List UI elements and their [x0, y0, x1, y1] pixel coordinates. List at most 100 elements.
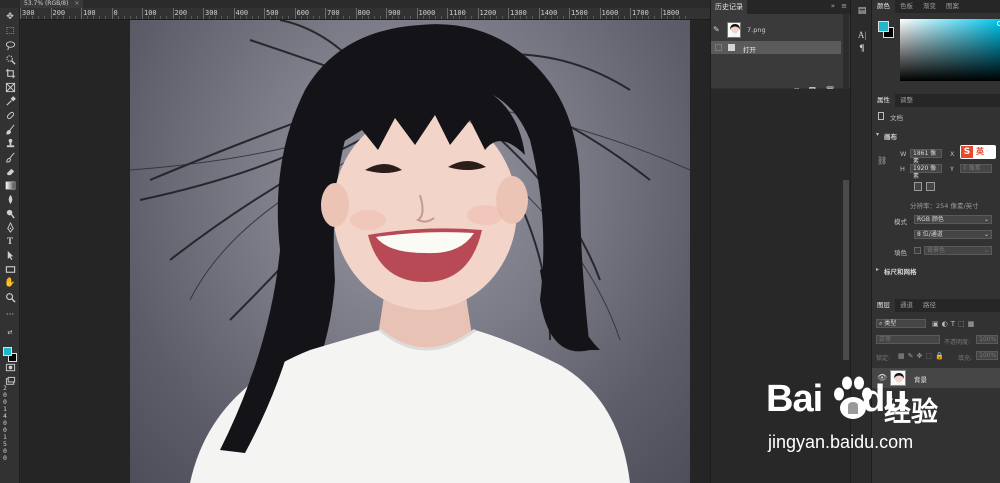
- ruler-major-tick: [325, 8, 326, 19]
- ruler-label: 1000: [418, 9, 436, 17]
- document-tab-title: 53.7% (RGB/8): [24, 0, 69, 7]
- paragraph-panel-icon[interactable]: ¶: [857, 44, 867, 54]
- ruler-minor-tick: [276, 16, 278, 19]
- foreground-color-swatch[interactable]: [3, 347, 12, 356]
- ruler-minor-tick: [99, 16, 101, 19]
- eyedropper-tool-icon[interactable]: [4, 95, 16, 107]
- ruler-major-tick: [447, 8, 448, 19]
- gradient-tool-icon[interactable]: [4, 179, 16, 191]
- history-list: ✎ 7.png 打开 ⧉ ◙ 🗑: [711, 14, 851, 95]
- ruler-major-tick: [355, 8, 357, 19]
- more-tools-icon[interactable]: ···: [4, 309, 16, 321]
- y-field[interactable]: 0 像素: [960, 164, 992, 173]
- portrait-icon[interactable]: [914, 182, 922, 191]
- pen-tool-icon[interactable]: [4, 221, 16, 233]
- ime-badge: 英: [976, 147, 984, 156]
- document-tab[interactable]: 53.7% (RGB/8) ×: [20, 0, 84, 8]
- ruler-minor-tick: [300, 16, 302, 19]
- quick-select-tool-icon[interactable]: [4, 53, 16, 65]
- color-picker-field[interactable]: [900, 19, 1000, 81]
- ruler-minor-tick: [642, 16, 644, 19]
- opacity-field[interactable]: 100%: [976, 335, 998, 344]
- ruler-minor-tick: [331, 16, 333, 19]
- bit-depth-select[interactable]: 8 位/通道 ⌄: [914, 230, 992, 239]
- layer-filter-select[interactable]: ⌕ 类型: [876, 319, 926, 328]
- healing-brush-tool-icon[interactable]: [4, 109, 16, 121]
- ruler-minor-tick: [666, 16, 668, 19]
- ruler-major-tick: [569, 8, 570, 19]
- ruler-minor-tick: [611, 16, 613, 19]
- hand-tool-icon[interactable]: ✋: [4, 277, 16, 289]
- rect-marquee-tool-icon[interactable]: ⬚: [4, 25, 16, 37]
- height-field[interactable]: 1920 像素: [910, 164, 942, 180]
- ruler-major-tick: [386, 8, 387, 19]
- history-panel-icon[interactable]: ▤: [857, 6, 867, 16]
- link-dimensions-icon[interactable]: ⛓: [877, 156, 887, 165]
- layer-filter-icons[interactable]: ▣◐T⬚▦: [932, 320, 977, 328]
- state-source-checkbox[interactable]: [715, 44, 722, 51]
- tab-gradients[interactable]: 渐变: [918, 0, 941, 13]
- swap-colors-icon[interactable]: ⇄: [4, 327, 16, 339]
- close-tab-icon[interactable]: ×: [74, 0, 79, 7]
- history-state-open[interactable]: 打开: [711, 41, 841, 54]
- character-panel-icon[interactable]: A|: [857, 30, 867, 40]
- ruler-minor-tick: [288, 16, 290, 19]
- history-brush-tool-icon[interactable]: [4, 151, 16, 163]
- move-tool-icon[interactable]: ✥: [4, 11, 16, 23]
- type-tool-icon[interactable]: T: [4, 235, 16, 247]
- ruler-minor-tick: [471, 16, 473, 19]
- depth-value: 8 位/通道: [917, 231, 943, 238]
- mode-select[interactable]: RGB 颜色 ⌄: [914, 215, 992, 224]
- tab-swatches[interactable]: 色板: [895, 0, 918, 13]
- ruler-minor-tick: [532, 16, 534, 19]
- blur-tool-icon[interactable]: [4, 193, 16, 205]
- collapse-panel-icon[interactable]: »: [831, 2, 835, 10]
- ruler-minor-tick: [105, 16, 107, 19]
- tab-patterns[interactable]: 图案: [941, 0, 964, 13]
- quick-mask-icon[interactable]: [4, 361, 16, 373]
- crop-tool-icon[interactable]: [4, 67, 16, 79]
- ruler-minor-tick: [44, 16, 46, 19]
- landscape-icon[interactable]: [926, 182, 935, 191]
- vertical-ruler[interactable]: 20014001500: [0, 385, 10, 483]
- width-field[interactable]: 1861 像素: [910, 149, 942, 165]
- vertical-ruler-digit: 0: [3, 454, 7, 462]
- lock-label: 锁定:: [876, 355, 891, 362]
- fill-swatch[interactable]: [914, 247, 921, 254]
- lock-icons[interactable]: ▦✎✥⬚🔒: [898, 352, 947, 360]
- blend-mode-select[interactable]: 正常: [876, 335, 940, 344]
- rectangle-tool-icon[interactable]: [4, 263, 16, 275]
- ruler-label: 1700: [632, 9, 649, 17]
- expand-icon[interactable]: ▾: [876, 131, 879, 138]
- document-canvas-photo[interactable]: [130, 20, 690, 483]
- horizontal-ruler[interactable]: 300 200 100 0 100 200 300 400 500 600 700 800 900 100…: [20, 8, 710, 20]
- fill-opacity-field[interactable]: 100%: [976, 351, 998, 360]
- frame-tool-icon[interactable]: [4, 81, 16, 93]
- ime-indicator[interactable]: S 英 ·: [960, 145, 996, 159]
- history-brush-source-icon[interactable]: ✎: [713, 25, 720, 34]
- dodge-tool-icon[interactable]: [4, 207, 16, 219]
- canvas-workspace[interactable]: [20, 20, 710, 483]
- zoom-tool-icon[interactable]: [4, 291, 16, 303]
- panel-scrollbar-thumb[interactable]: [843, 180, 849, 360]
- ruler-label: 1100: [449, 9, 466, 17]
- sogou-icon: S: [961, 146, 973, 158]
- ruler-minor-tick: [129, 16, 131, 19]
- lasso-tool-icon[interactable]: [4, 39, 16, 51]
- path-select-tool-icon[interactable]: [4, 249, 16, 261]
- eraser-tool-icon[interactable]: [4, 165, 16, 177]
- snapshot-name: 7.png: [747, 26, 766, 34]
- fill-select[interactable]: 背景色 ⌄: [924, 246, 992, 255]
- panel-menu-icon[interactable]: ≡: [841, 2, 847, 10]
- chevron-down-icon: ⌄: [983, 216, 989, 223]
- opacity-label: 不透明度:: [944, 339, 971, 346]
- color-panel-foreground-swatch[interactable]: [878, 21, 889, 32]
- tab-history[interactable]: 历史记录: [711, 0, 747, 14]
- history-snapshot-row[interactable]: ✎ 7.png: [711, 18, 851, 40]
- brush-tool-icon[interactable]: [4, 123, 16, 135]
- history-scrollbar[interactable]: [843, 14, 849, 89]
- tab-color[interactable]: 颜色: [872, 0, 895, 13]
- ruler-minor-tick: [361, 16, 363, 19]
- clone-stamp-tool-icon[interactable]: [4, 137, 16, 149]
- expand-icon[interactable]: ▸: [876, 266, 879, 273]
